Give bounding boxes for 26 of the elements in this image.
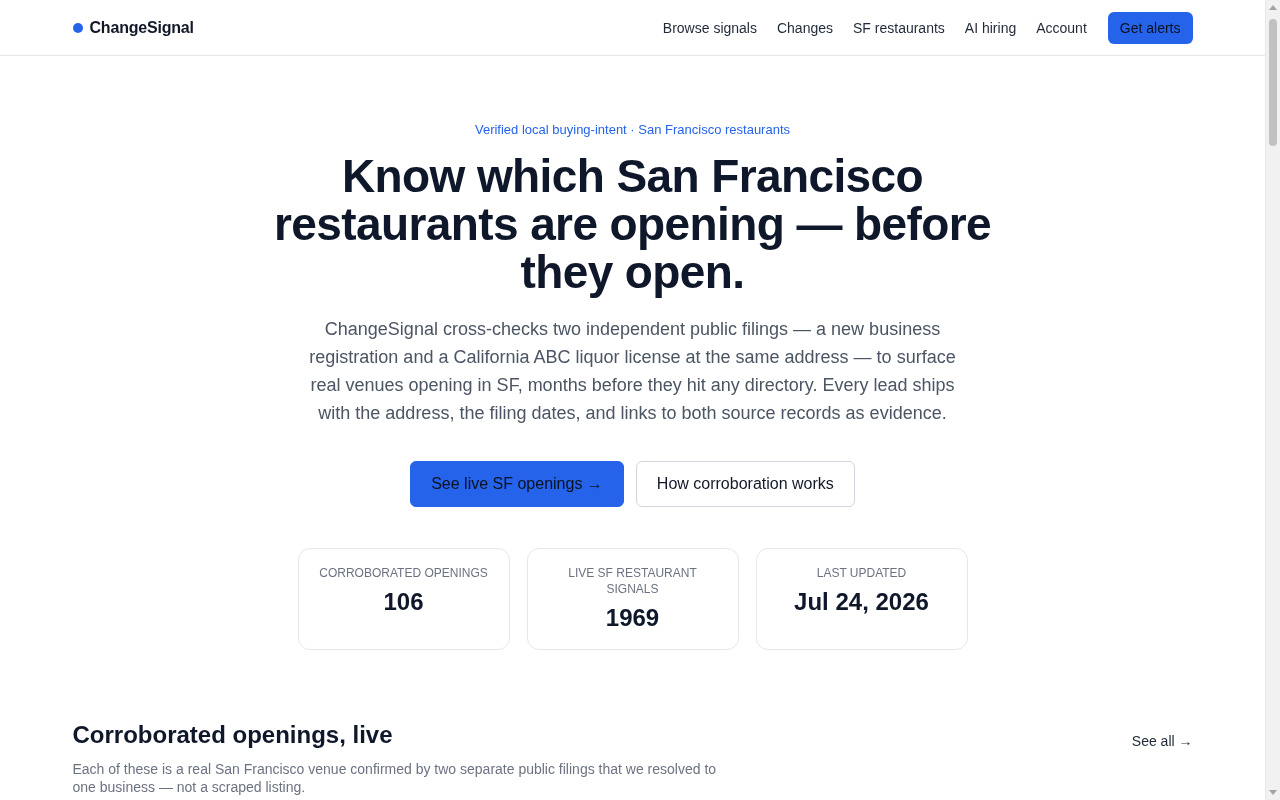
get-alerts-button[interactable]: Get alerts <box>1107 11 1193 44</box>
scrollbar-thumb[interactable] <box>1269 19 1277 146</box>
stat-label: LIVE SF RESTAURANT SIGNALS <box>567 565 698 597</box>
scroll-down-arrow-icon[interactable] <box>1269 790 1277 795</box>
nav-link[interactable]: SF restaurants <box>853 19 945 36</box>
nav-link[interactable]: AI hiring <box>964 19 1017 36</box>
stat-label: LAST UPDATED <box>816 565 907 581</box>
hero-headline: Know which San Francisco restaurants are opening — before they open. <box>273 152 992 296</box>
stat-value: Jul 24, 2026 <box>794 587 929 617</box>
secondary-button[interactable]: How corroboration works <box>635 461 855 507</box>
dot-icon <box>72 22 83 33</box>
scrollbar[interactable] <box>1265 0 1280 800</box>
brand-logo-link[interactable]: ChangeSignal <box>72 18 194 37</box>
see-all-link[interactable]: See all → <box>1131 733 1193 749</box>
nav-link[interactable]: Changes <box>776 19 833 36</box>
nav-link[interactable]: Account <box>1036 19 1087 36</box>
eyebrow-text: Verified local buying-intent · San Francisco restaurants <box>474 121 790 139</box>
stat-value: 106 <box>383 587 424 617</box>
stat-value: 1969 <box>605 603 660 633</box>
scroll-up-arrow-icon[interactable] <box>1269 5 1277 10</box>
primary-button[interactable]: See live SF openings → <box>410 461 624 507</box>
hero-description: ChangeSignal cross-checks two independent public filings — a new business registration and a California ABC liquor license at the same address — to surface real venues opening in SF, months before they hit any directory. Every lead ships with the address, the filing dates, and links to both source records as evidence. <box>308 318 957 425</box>
stat-label: CORROBORATED OPENINGS <box>319 565 488 581</box>
section-description: Each of these is a real San Francisco venue confirmed by two separate public filings that we resolved to one business — not a scraped listing. <box>72 760 718 796</box>
nav-link[interactable]: Browse signals <box>662 19 757 36</box>
section-heading: Corroborated openings, live <box>72 720 393 750</box>
